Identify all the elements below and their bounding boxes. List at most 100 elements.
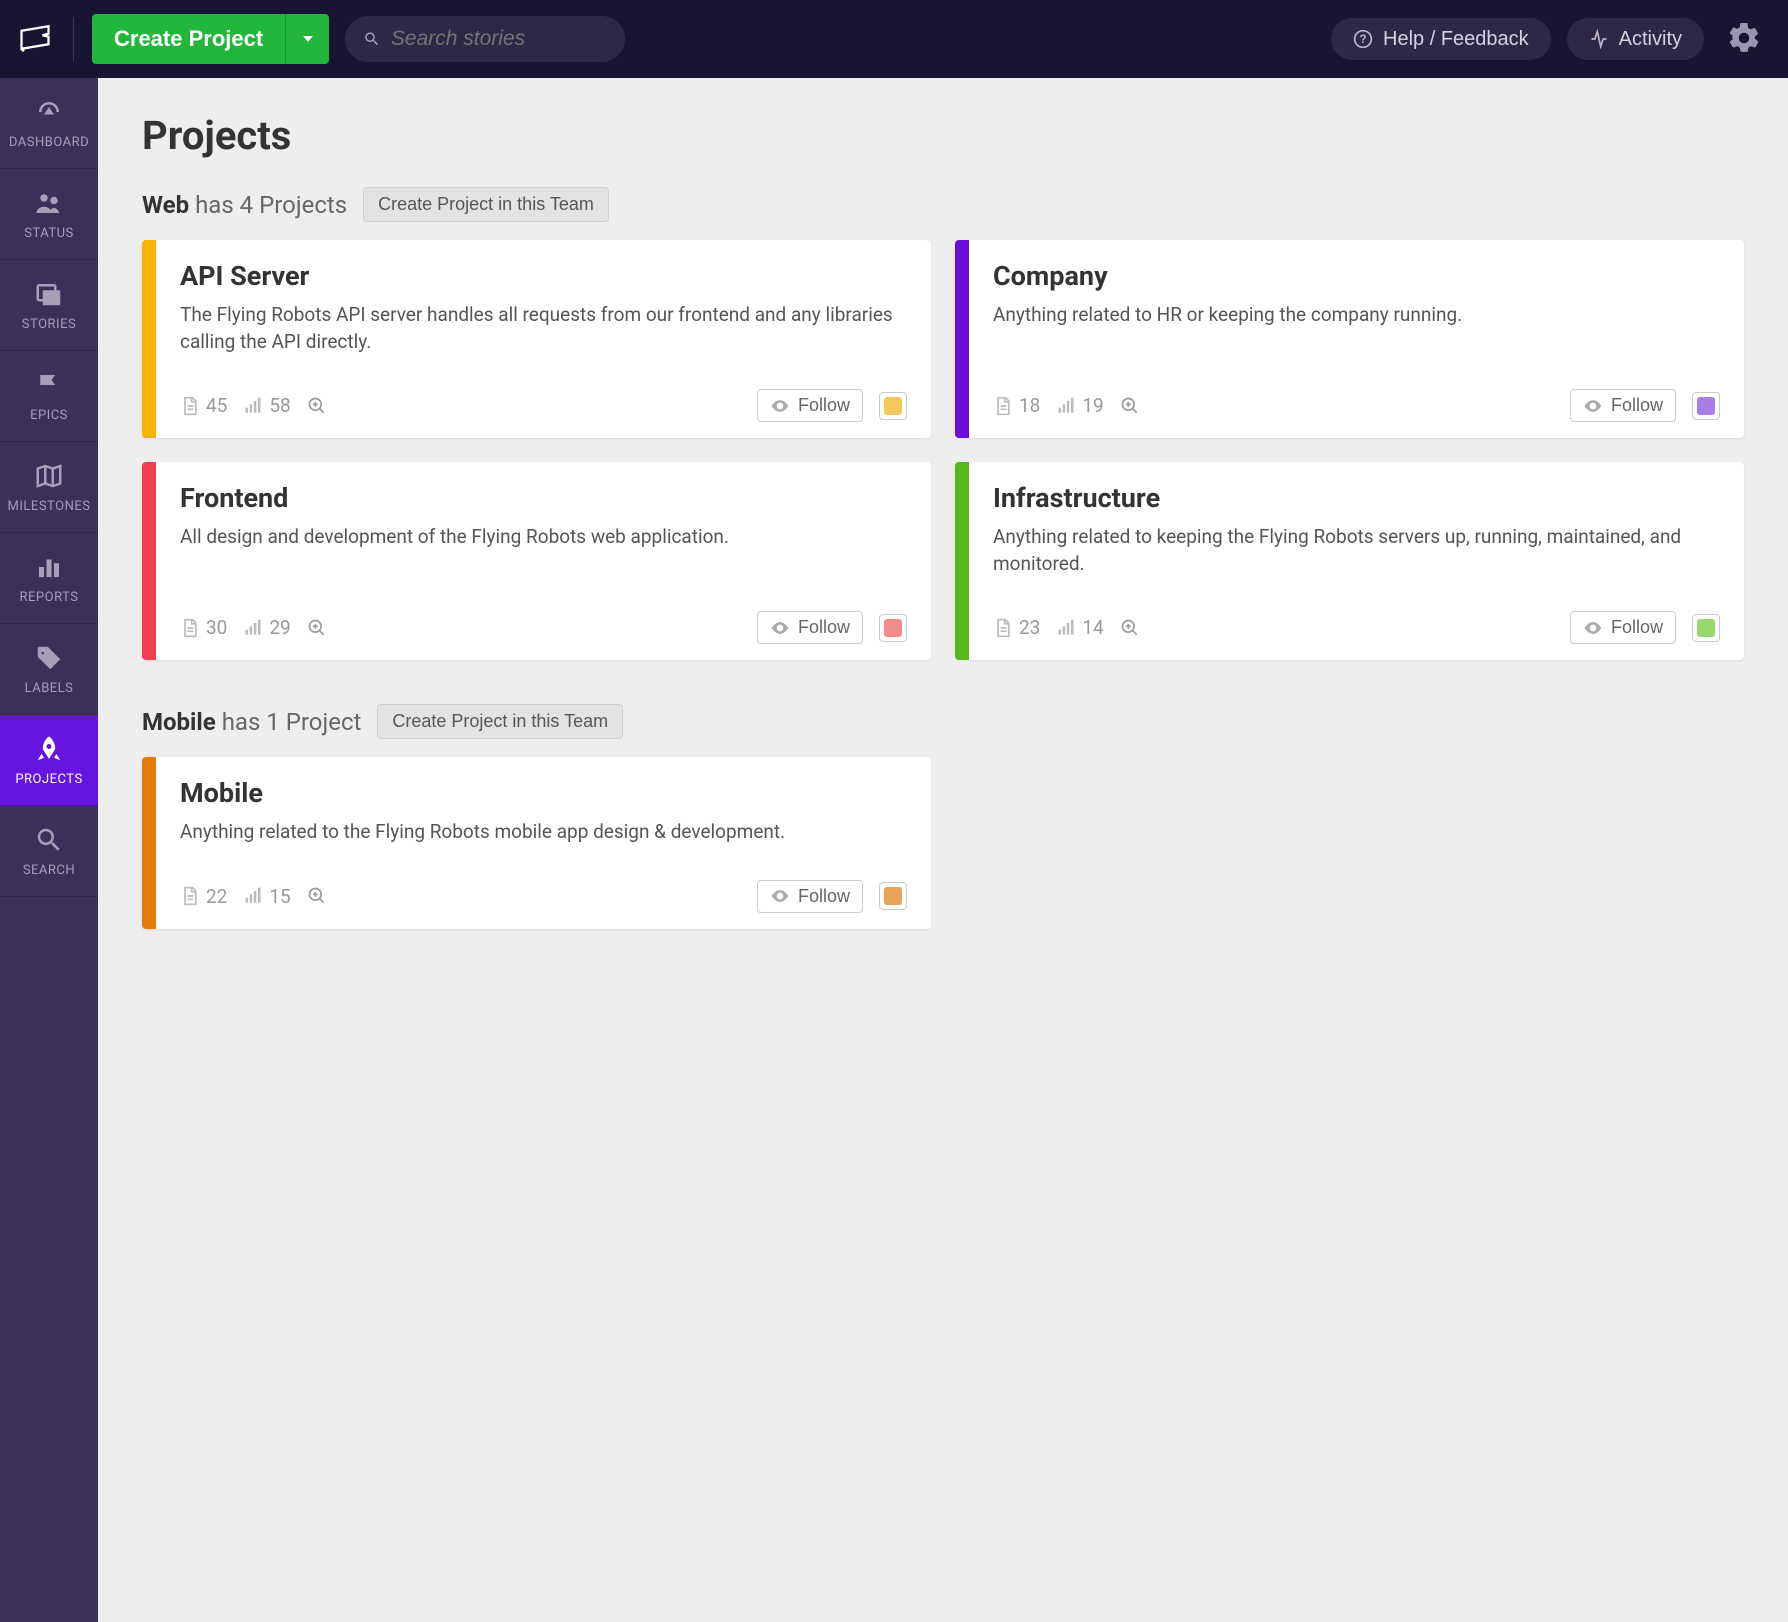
card-footer: 2215Follow [180, 846, 907, 913]
create-project-in-team-button[interactable]: Create Project in this Team [377, 704, 623, 739]
project-color-chip[interactable] [879, 392, 907, 420]
eye-icon [770, 886, 790, 906]
document-icon [993, 618, 1013, 638]
eye-icon [770, 396, 790, 416]
sidebar-item-labels[interactable]: LABELS [0, 624, 98, 715]
project-card[interactable]: CompanyAnything related to HR or keeping… [955, 240, 1744, 438]
points-metric: 19 [1056, 394, 1103, 417]
map-icon [32, 461, 66, 491]
project-title: API Server [180, 260, 907, 292]
project-color-chip[interactable] [879, 614, 907, 642]
page-title: Projects [142, 112, 1744, 159]
create-project-dropdown[interactable] [285, 14, 329, 64]
project-description: The Flying Robots API server handles all… [180, 302, 907, 355]
search-input[interactable] [391, 27, 607, 51]
activity-icon [1589, 29, 1609, 49]
follow-button[interactable]: Follow [1570, 389, 1676, 422]
sidebar-item-stories[interactable]: STORIES [0, 260, 98, 351]
card-stripe [955, 462, 969, 660]
sidebar-item-milestones[interactable]: MILESTONES [0, 442, 98, 533]
zoom-button[interactable] [307, 396, 327, 416]
create-project-group: Create Project [92, 14, 329, 64]
points-metric: 14 [1056, 616, 1103, 639]
zoom-in-icon [307, 886, 327, 906]
sidebar-item-label: PROJECTS [15, 772, 82, 787]
zoom-button[interactable] [307, 886, 327, 906]
zoom-button[interactable] [1120, 396, 1140, 416]
points-metric: 29 [243, 616, 290, 639]
sidebar-item-label: DASHBOARD [9, 135, 89, 150]
eye-icon [770, 618, 790, 638]
sidebar: DASHBOARD STATUS STORIES EPICS MILESTONES REP… [0, 78, 98, 1622]
create-project-button[interactable]: Create Project [92, 14, 285, 64]
sidebar-item-label: MILESTONES [8, 499, 91, 514]
search-icon [363, 29, 381, 49]
sidebar-item-projects[interactable]: PROJECTS [0, 715, 98, 806]
rocket-icon [32, 734, 66, 764]
project-grid: API Server The Flying Robots API server h… [142, 240, 1744, 660]
project-card[interactable]: API Server The Flying Robots API server h… [142, 240, 931, 438]
zoom-button[interactable] [307, 618, 327, 638]
project-grid: MobileAnything related to the Flying Rob… [142, 757, 1744, 929]
follow-button[interactable]: Follow [757, 880, 863, 913]
eye-icon [1583, 396, 1603, 416]
sidebar-item-label: SEARCH [23, 863, 75, 878]
follow-button[interactable]: Follow [757, 389, 863, 422]
project-title: Infrastructure [993, 482, 1720, 514]
project-card[interactable]: InfrastructureAnything related to keepin… [955, 462, 1744, 660]
stories-metric: 45 [180, 394, 227, 417]
activity-label: Activity [1619, 28, 1682, 51]
project-color-chip[interactable] [879, 882, 907, 910]
create-project-in-team-button[interactable]: Create Project in this Team [363, 187, 609, 222]
card-stripe [142, 462, 156, 660]
people-icon [32, 188, 66, 218]
team-name: Web [142, 191, 189, 219]
search-box[interactable] [345, 16, 625, 62]
zoom-in-icon [1120, 618, 1140, 638]
project-card[interactable]: MobileAnything related to the Flying Rob… [142, 757, 931, 929]
card-stripe [955, 240, 969, 438]
stories-metric: 23 [993, 616, 1040, 639]
team-name: Mobile [142, 708, 216, 736]
chevron-down-icon [302, 33, 314, 45]
bars-icon [243, 618, 263, 638]
card-footer: 18 19 Follow [993, 355, 1720, 422]
document-icon [180, 886, 200, 906]
project-card[interactable]: FrontendAll design and development of th… [142, 462, 931, 660]
card-footer: 23 14 Follow [993, 577, 1720, 644]
card-stripe [142, 757, 156, 929]
card-footer: 45 58 Follow [180, 355, 907, 422]
stories-icon [32, 279, 66, 309]
sidebar-item-label: REPORTS [20, 590, 79, 605]
activity-button[interactable]: Activity [1567, 18, 1704, 60]
document-icon [180, 396, 200, 416]
sidebar-item-reports[interactable]: REPORTS [0, 533, 98, 624]
sidebar-item-status[interactable]: STATUS [0, 169, 98, 260]
stories-metric: 18 [993, 394, 1040, 417]
eye-icon [1583, 618, 1603, 638]
zoom-button[interactable] [1120, 618, 1140, 638]
search-icon [32, 825, 66, 855]
sidebar-item-search[interactable]: SEARCH [0, 806, 98, 897]
svg-text:?: ? [1359, 33, 1366, 46]
sidebar-item-label: STORIES [22, 317, 76, 332]
main-content: Projects Web has 4 ProjectsCreate Projec… [98, 78, 1788, 1622]
project-description: Anything related to the Flying Robots mo… [180, 819, 907, 846]
zoom-in-icon [1120, 396, 1140, 416]
sidebar-item-label: LABELS [25, 681, 74, 696]
points-metric: 58 [243, 394, 290, 417]
app-logo[interactable] [20, 17, 74, 61]
card-footer: 3029Follow [180, 577, 907, 644]
flag-icon [32, 370, 66, 400]
follow-button[interactable]: Follow [1570, 611, 1676, 644]
project-description: Anything related to HR or keeping the co… [993, 302, 1720, 329]
project-color-chip[interactable] [1692, 392, 1720, 420]
topbar: Create Project ? Help / Feedback Activit… [0, 0, 1788, 78]
project-color-chip[interactable] [1692, 614, 1720, 642]
help-feedback-button[interactable]: ? Help / Feedback [1331, 18, 1551, 60]
sidebar-item-epics[interactable]: EPICS [0, 351, 98, 442]
sidebar-item-label: STATUS [24, 226, 74, 241]
sidebar-item-dashboard[interactable]: DASHBOARD [0, 78, 98, 169]
follow-button[interactable]: Follow [757, 611, 863, 644]
settings-button[interactable] [1720, 14, 1768, 65]
